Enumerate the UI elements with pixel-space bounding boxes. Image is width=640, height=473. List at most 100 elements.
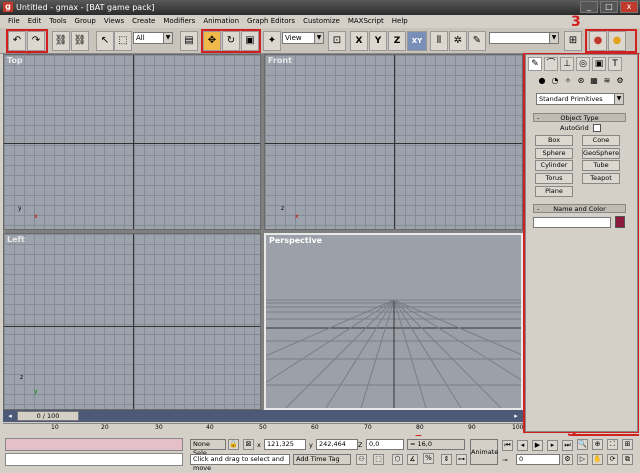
prev-frame-arrow-icon[interactable]: ◂ — [5, 411, 15, 421]
plane-button[interactable]: Plane — [535, 186, 573, 197]
object-color-swatch[interactable] — [615, 216, 625, 228]
menu-help[interactable]: Help — [388, 15, 412, 28]
x-coord-field[interactable]: 121,325 — [264, 439, 306, 450]
animate-button[interactable]: Animate — [470, 439, 498, 465]
goto-end-icon[interactable]: ⏭ — [562, 440, 573, 451]
menu-customize[interactable]: Customize — [299, 15, 344, 28]
crossing-icon[interactable]: ⬚ — [373, 454, 384, 465]
geosphere-button[interactable]: GeoSphere — [582, 148, 620, 159]
select-by-name-icon[interactable]: ▤ — [180, 31, 198, 51]
modify-tab-icon[interactable]: ⌒ — [544, 57, 558, 71]
percent-snap-icon[interactable]: % — [423, 453, 434, 464]
select-icon[interactable]: ↖ — [96, 31, 114, 51]
reference-coord-dropdown[interactable]: View ▼ — [282, 32, 324, 44]
prev-key-icon[interactable]: ◂ — [517, 440, 528, 451]
zoom-extents-icon[interactable]: ⛶ — [607, 439, 618, 450]
menu-group[interactable]: Group — [71, 15, 100, 28]
grid-snap-icon[interactable]: ⊞ — [564, 31, 582, 51]
track-bar[interactable]: 10 20 30 40 50 60 70 80 90 100 — [3, 423, 523, 435]
object-name-input[interactable] — [533, 217, 611, 228]
motion-tab-icon[interactable]: ◎ — [576, 57, 590, 71]
axis-y-button[interactable]: Y — [369, 31, 387, 51]
cylinder-button[interactable]: Cylinder — [535, 160, 573, 171]
link-icon[interactable]: ⛓ — [52, 31, 70, 51]
menu-modifiers[interactable]: Modifiers — [159, 15, 199, 28]
create-tab-icon[interactable]: ✎ — [528, 57, 542, 71]
key-filter-icon[interactable]: ⊸ — [502, 456, 507, 464]
next-frame-arrow-icon[interactable]: ▸ — [511, 411, 521, 421]
cone-button[interactable]: Cone — [582, 135, 620, 146]
spinner-snap-icon[interactable]: ⇕ — [441, 454, 452, 465]
menu-views[interactable]: Views — [100, 15, 128, 28]
autogrid-checkbox[interactable] — [593, 124, 601, 132]
spacing-icon[interactable]: ✎ — [468, 31, 486, 51]
mirror-icon[interactable]: ⫴ — [430, 31, 448, 51]
lock-selection-icon[interactable]: 🔒 — [228, 439, 239, 450]
pivot-icon[interactable]: ✦ — [263, 31, 281, 51]
menu-graph-editors[interactable]: Graph Editors — [243, 15, 299, 28]
menu-animation[interactable]: Animation — [199, 15, 243, 28]
key-mode-icon[interactable]: ⊶ — [456, 454, 467, 465]
gmax-app-icon[interactable]: g — [3, 2, 13, 12]
degradation-override-icon[interactable]: ⚇ — [356, 454, 367, 465]
viewport-label-left[interactable]: Left — [7, 235, 25, 244]
shapes-icon[interactable]: ◔ — [549, 75, 561, 87]
goto-start-icon[interactable]: ⏮ — [502, 440, 513, 451]
y-coord-field[interactable]: 242,464 — [316, 439, 358, 450]
angle-snap-icon[interactable]: ∡ — [407, 454, 418, 465]
selection-filter-dropdown[interactable]: All ▼ — [133, 32, 173, 44]
current-frame-field[interactable]: 0 — [516, 454, 560, 465]
named-selection-dropdown[interactable]: ▼ — [489, 32, 559, 44]
axis-xy-button[interactable]: XY — [407, 31, 427, 51]
sphere-button[interactable]: Sphere — [535, 148, 573, 159]
viewport-left[interactable]: Left z y — [3, 233, 261, 410]
zoom-extents-all-icon[interactable]: ⊞ — [622, 439, 633, 450]
menu-maxscript[interactable]: MAXScript — [344, 15, 388, 28]
viewport-top[interactable]: Top y x — [3, 54, 261, 230]
lights-icon[interactable]: ✧ — [562, 75, 574, 87]
snap-toggle-icon[interactable]: ⬡ — [392, 454, 403, 465]
helpers-icon[interactable]: ▦ — [588, 75, 600, 87]
absolute-mode-icon[interactable]: ⊠ — [243, 439, 254, 450]
field-of-view-icon[interactable]: ▷ — [577, 454, 588, 465]
time-slider-thumb[interactable]: 0 / 100 — [17, 411, 79, 421]
menu-edit[interactable]: Edit — [24, 15, 46, 28]
next-key-icon[interactable]: ▸ — [547, 440, 558, 451]
spacewarps-icon[interactable]: ≋ — [601, 75, 613, 87]
viewport-label-front[interactable]: Front — [268, 56, 292, 65]
menu-create[interactable]: Create — [128, 15, 159, 28]
use-center-icon[interactable]: ⊡ — [328, 31, 346, 51]
geometry-icon[interactable]: ● — [536, 75, 548, 87]
maximize-button[interactable]: □ — [600, 1, 618, 13]
zoom-icon[interactable]: 🔍 — [577, 439, 588, 450]
viewport-perspective[interactable]: Perspective — [264, 233, 523, 410]
arc-rotate-icon[interactable]: ⟳ — [607, 454, 618, 465]
display-tab-icon[interactable]: ▣ — [592, 57, 606, 71]
unlink-icon[interactable]: ⛓ — [71, 31, 89, 51]
maxscript-listener[interactable] — [5, 438, 183, 451]
category-dropdown[interactable]: Standard Primitives ▼ — [536, 93, 624, 105]
viewport-front[interactable]: Front z x — [264, 54, 523, 230]
minimize-button[interactable]: _ — [580, 1, 598, 13]
time-config-icon[interactable]: ⚙ — [562, 454, 573, 465]
maxscript-input[interactable] — [5, 453, 183, 466]
maximize-viewport-icon[interactable]: ⧉ — [622, 454, 633, 465]
menu-file[interactable]: File — [4, 15, 24, 28]
axis-z-button[interactable]: Z — [388, 31, 406, 51]
hierarchy-tab-icon[interactable]: ⊥ — [560, 57, 574, 71]
teapot-button[interactable]: Teapot — [582, 173, 620, 184]
box-button[interactable]: Box — [535, 135, 573, 146]
viewport-label-top[interactable]: Top — [7, 56, 23, 65]
object-type-rollout[interactable]: - Object Type — [533, 113, 626, 122]
add-time-tag[interactable]: Add Time Tag — [293, 454, 351, 465]
region-select-icon[interactable]: ⬚ — [114, 31, 132, 51]
z-coord-field[interactable]: 0,0 — [366, 439, 404, 450]
play-icon[interactable]: ▶ — [532, 440, 543, 451]
align-icon[interactable]: ✲ — [449, 31, 467, 51]
time-slider[interactable]: ◂ 0 / 100 ▸ — [3, 410, 523, 422]
utilities-tab-icon[interactable]: T — [608, 57, 622, 71]
name-color-rollout[interactable]: - Name and Color — [533, 204, 626, 213]
axis-x-button[interactable]: X — [350, 31, 368, 51]
systems-icon[interactable]: ⚙ — [614, 75, 626, 87]
tube-button[interactable]: Tube — [582, 160, 620, 171]
